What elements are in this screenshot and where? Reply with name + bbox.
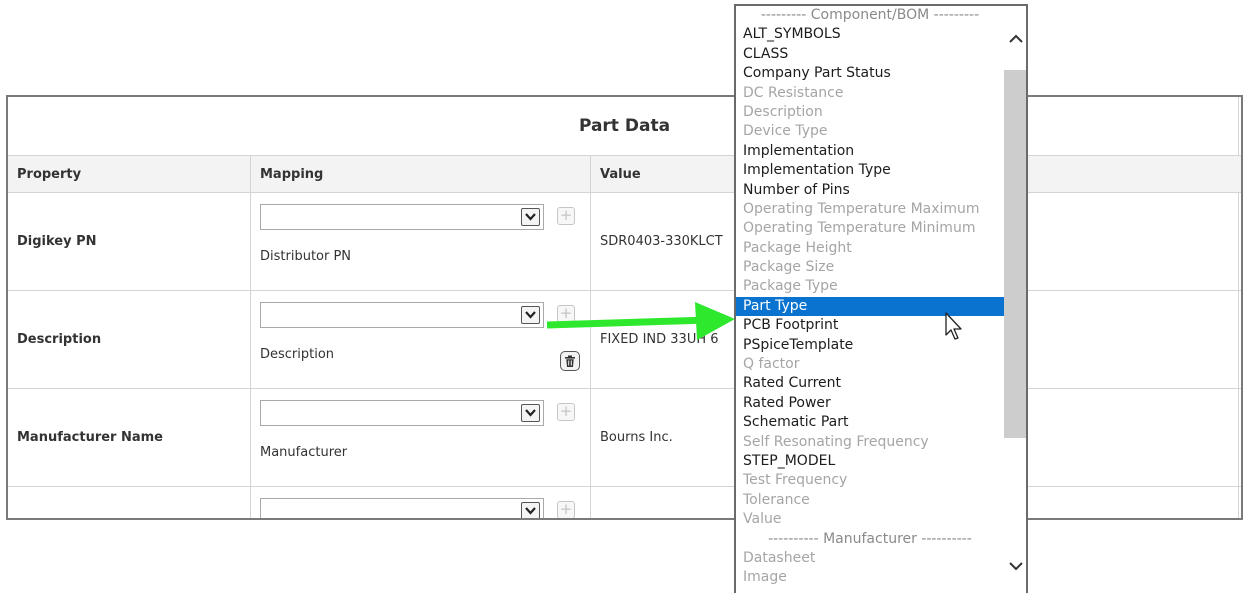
- mapping-cell: + Distributor PN: [251, 193, 591, 290]
- chevron-down-icon[interactable]: [521, 502, 540, 518]
- dropdown-option[interactable]: Datasheet: [736, 549, 1004, 568]
- property-name: Digikey PN: [8, 193, 251, 290]
- chevron-down-icon[interactable]: [521, 208, 540, 226]
- dropdown-option[interactable]: CLASS: [736, 45, 1004, 64]
- dropdown-group-header: ---------- Manufacturer ----------: [768, 530, 972, 547]
- green-arrow-icon: [546, 302, 735, 340]
- scroll-thumb[interactable]: [1004, 70, 1026, 438]
- mouse-cursor-icon: [945, 312, 962, 340]
- mapping-label: Manufacturer: [260, 445, 348, 460]
- chevron-up-icon[interactable]: [1004, 26, 1026, 50]
- dropdown-group-header: --------- Component/BOM ---------: [760, 7, 980, 23]
- chevron-down-icon[interactable]: [521, 404, 540, 422]
- property-name: Description: [8, 291, 251, 388]
- trash-icon[interactable]: [560, 351, 580, 371]
- dropdown-option[interactable]: Rated Power: [736, 394, 1004, 413]
- dropdown-option[interactable]: Self Resonating Frequency: [736, 433, 1004, 452]
- dropdown-option[interactable]: Q factor: [736, 355, 1004, 374]
- dropdown-option[interactable]: ALT_SYMBOLS: [736, 25, 1004, 44]
- header-mapping: Mapping: [251, 156, 591, 192]
- dropdown-option[interactable]: Tolerance: [736, 491, 1004, 510]
- table-row: +: [8, 487, 1241, 518]
- dropdown-option[interactable]: Device Type: [736, 122, 1004, 141]
- property-name: Manufacturer Name: [8, 389, 251, 486]
- dropdown-option[interactable]: Number of Pins: [736, 181, 1004, 200]
- mapping-label: Distributor PN: [260, 249, 352, 264]
- dropdown-option[interactable]: Package Size: [736, 258, 1004, 277]
- mapping-select[interactable]: [260, 400, 544, 426]
- dropdown-option[interactable]: Package Type: [736, 277, 1004, 296]
- dropdown-option[interactable]: Rated Current: [736, 374, 1004, 393]
- mapping-label: Description: [260, 347, 335, 362]
- table-row: Manufacturer Name + Manufacturer Bourns …: [8, 389, 1241, 487]
- dropdown-option[interactable]: Operating Temperature Minimum: [736, 219, 1004, 238]
- panel-title: Part Data: [8, 97, 1241, 156]
- dropdown-option[interactable]: Value: [736, 510, 1004, 529]
- plus-icon[interactable]: +: [557, 501, 575, 518]
- dropdown-option[interactable]: Description: [736, 103, 1004, 122]
- mapping-select[interactable]: [260, 302, 544, 328]
- dropdown-option[interactable]: Image: [736, 568, 1004, 587]
- mapping-cell: +: [251, 487, 591, 518]
- table-header: Property Mapping Value: [8, 156, 1241, 193]
- dropdown-option[interactable]: Schematic Part: [736, 413, 1004, 432]
- dropdown-option[interactable]: Implementation: [736, 142, 1004, 161]
- property-name: [8, 487, 251, 518]
- dropdown-option[interactable]: Package Height: [736, 239, 1004, 258]
- dropdown-option[interactable]: Implementation Type: [736, 161, 1004, 180]
- dropdown-options: --------- Component/BOM --------- ALT_SYM…: [736, 6, 1004, 588]
- dropdown-option[interactable]: Test Frequency: [736, 471, 1004, 490]
- chevron-down-icon[interactable]: [1004, 554, 1026, 578]
- chevron-down-icon[interactable]: [521, 306, 540, 324]
- header-property: Property: [8, 156, 251, 192]
- mapping-cell: + Description: [251, 291, 591, 388]
- mapping-select[interactable]: [260, 204, 544, 230]
- mapping-dropdown-list[interactable]: --------- Component/BOM --------- ALT_SYM…: [734, 4, 1028, 593]
- plus-icon[interactable]: +: [557, 403, 575, 421]
- dropdown-option[interactable]: STEP_MODEL: [736, 452, 1004, 471]
- table-row: Digikey PN + Distributor PN SDR0403-330K…: [8, 193, 1241, 291]
- dropdown-option[interactable]: Operating Temperature Maximum: [736, 200, 1004, 219]
- dropdown-option[interactable]: Company Part Status: [736, 64, 1004, 83]
- scrollbar[interactable]: [1004, 6, 1026, 593]
- mapping-select[interactable]: [260, 498, 544, 518]
- plus-icon[interactable]: +: [557, 207, 575, 225]
- mapping-cell: + Manufacturer: [251, 389, 591, 486]
- dropdown-option[interactable]: DC Resistance: [736, 84, 1004, 103]
